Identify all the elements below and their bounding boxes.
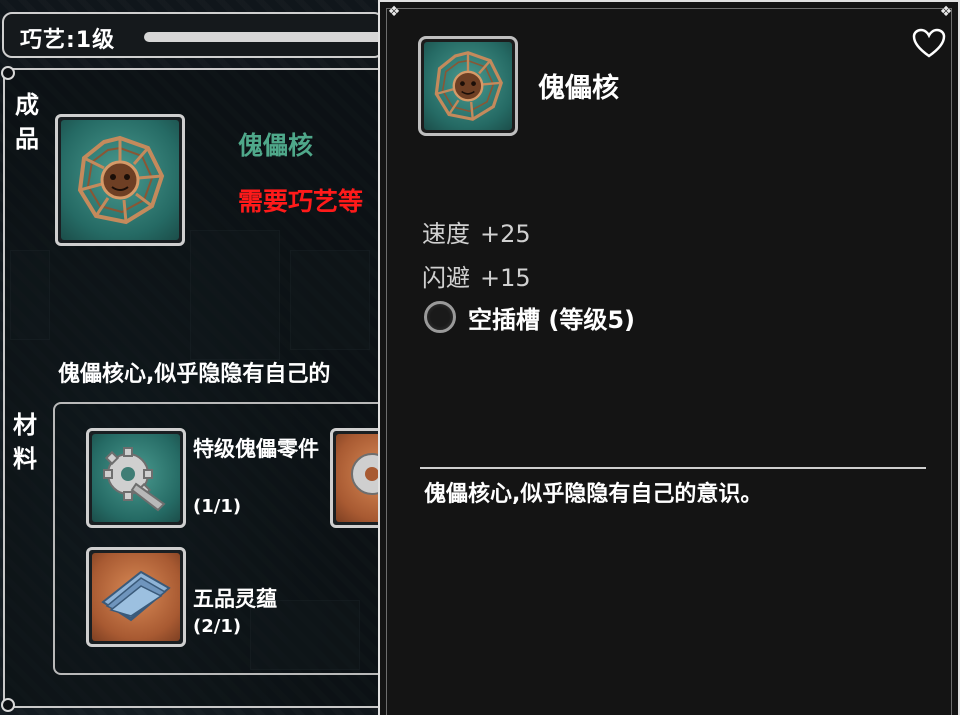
- tooltip-item-slot: [418, 36, 518, 136]
- puppet-core-icon: [424, 42, 512, 130]
- material-name: 特级傀儡零件: [193, 437, 319, 461]
- material-count: (2/1): [193, 616, 242, 637]
- product-name: 傀儡核: [238, 131, 314, 160]
- socket-text: 空插槽 (等级5): [468, 305, 635, 334]
- tooltip-description: 傀儡核心,似乎隐隐有自己的意识。: [424, 482, 763, 507]
- stat-row-speed: 速度 +25: [422, 214, 531, 249]
- product-description: 傀儡核心,似乎隐隐有自己的: [58, 362, 331, 387]
- material-name: 五品灵蕴: [193, 587, 277, 611]
- skill-progress-track: [144, 32, 384, 42]
- product-section-label: 成品: [15, 91, 39, 153]
- tooltip-divider: [420, 467, 926, 469]
- stat-name: 闪避: [422, 264, 470, 292]
- tooltip-item-name: 傀儡核: [538, 73, 619, 104]
- product-item-slot[interactable]: [55, 114, 185, 246]
- frame-corner-ornament: [1, 66, 15, 80]
- stat-value: +15: [480, 264, 531, 292]
- gear-screw-icon: [336, 434, 384, 522]
- socket-row: 空插槽 (等级5): [424, 300, 635, 334]
- skill-level-bar: 巧艺:1级: [2, 12, 384, 58]
- frame-corner-ornament: ❖: [387, 4, 401, 20]
- heart-icon[interactable]: [912, 28, 946, 58]
- material-slot-1[interactable]: [86, 428, 186, 528]
- materials-section-label: 材料: [13, 411, 37, 473]
- material-slot-partial[interactable]: [330, 428, 384, 528]
- crafting-panel: 巧艺:1级 成品 傀儡核 需要巧艺等 傀儡核心,似乎隐隐有自己的 材料 特级傀儡…: [0, 0, 384, 715]
- material-slot-2[interactable]: [86, 547, 186, 647]
- stat-name: 速度: [422, 220, 470, 248]
- frame-corner-ornament: [1, 698, 15, 712]
- folded-cloth-icon: [92, 553, 180, 641]
- item-tooltip: ❖ ❖ 傀儡核 速度 +25 闪避 +15 空插槽 (等级5) 傀儡核心,似乎隐…: [378, 0, 960, 715]
- puppet-core-icon: [61, 120, 179, 240]
- empty-socket-icon: [424, 301, 456, 333]
- frame-corner-ornament: ❖: [939, 4, 953, 20]
- gear-screw-icon: [92, 434, 180, 522]
- material-count: (1/1): [193, 496, 242, 517]
- stat-value: +25: [480, 220, 531, 248]
- skill-level-label: 巧艺:1级: [20, 28, 116, 53]
- product-requirement: 需要巧艺等: [238, 187, 364, 216]
- stat-row-dodge: 闪避 +15: [422, 258, 531, 293]
